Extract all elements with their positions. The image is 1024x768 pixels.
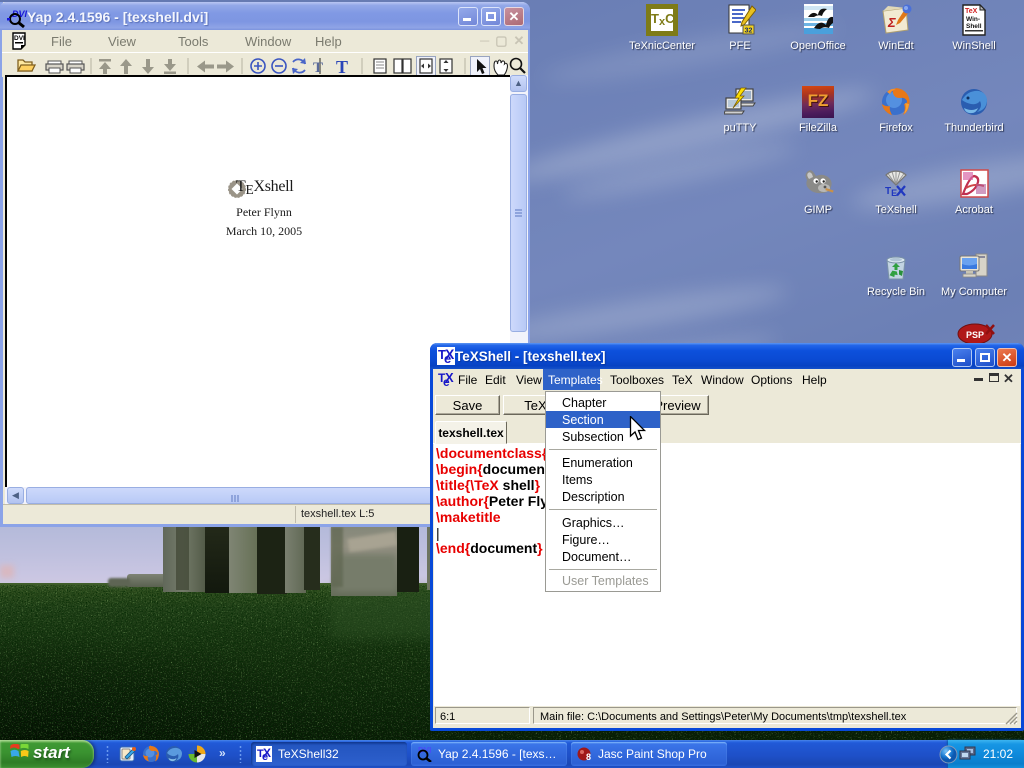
svg-text:DVI: DVI [14,35,25,42]
svg-text:PSP: PSP [966,330,984,340]
svg-text:8: 8 [586,752,591,762]
svg-text:X: X [445,371,454,385]
svg-text:T: T [313,60,323,76]
svg-text:Shell: Shell [966,23,982,30]
svg-text:Σ: Σ [887,15,896,30]
svg-text:32: 32 [745,28,753,35]
svg-text:TeX: TeX [965,8,978,15]
svg-text:TE: TE [885,186,897,198]
svg-text:X: X [445,347,455,362]
svg-text:X: X [263,746,271,760]
svg-text:T: T [336,57,348,77]
svg-text:Win-: Win- [966,16,980,23]
